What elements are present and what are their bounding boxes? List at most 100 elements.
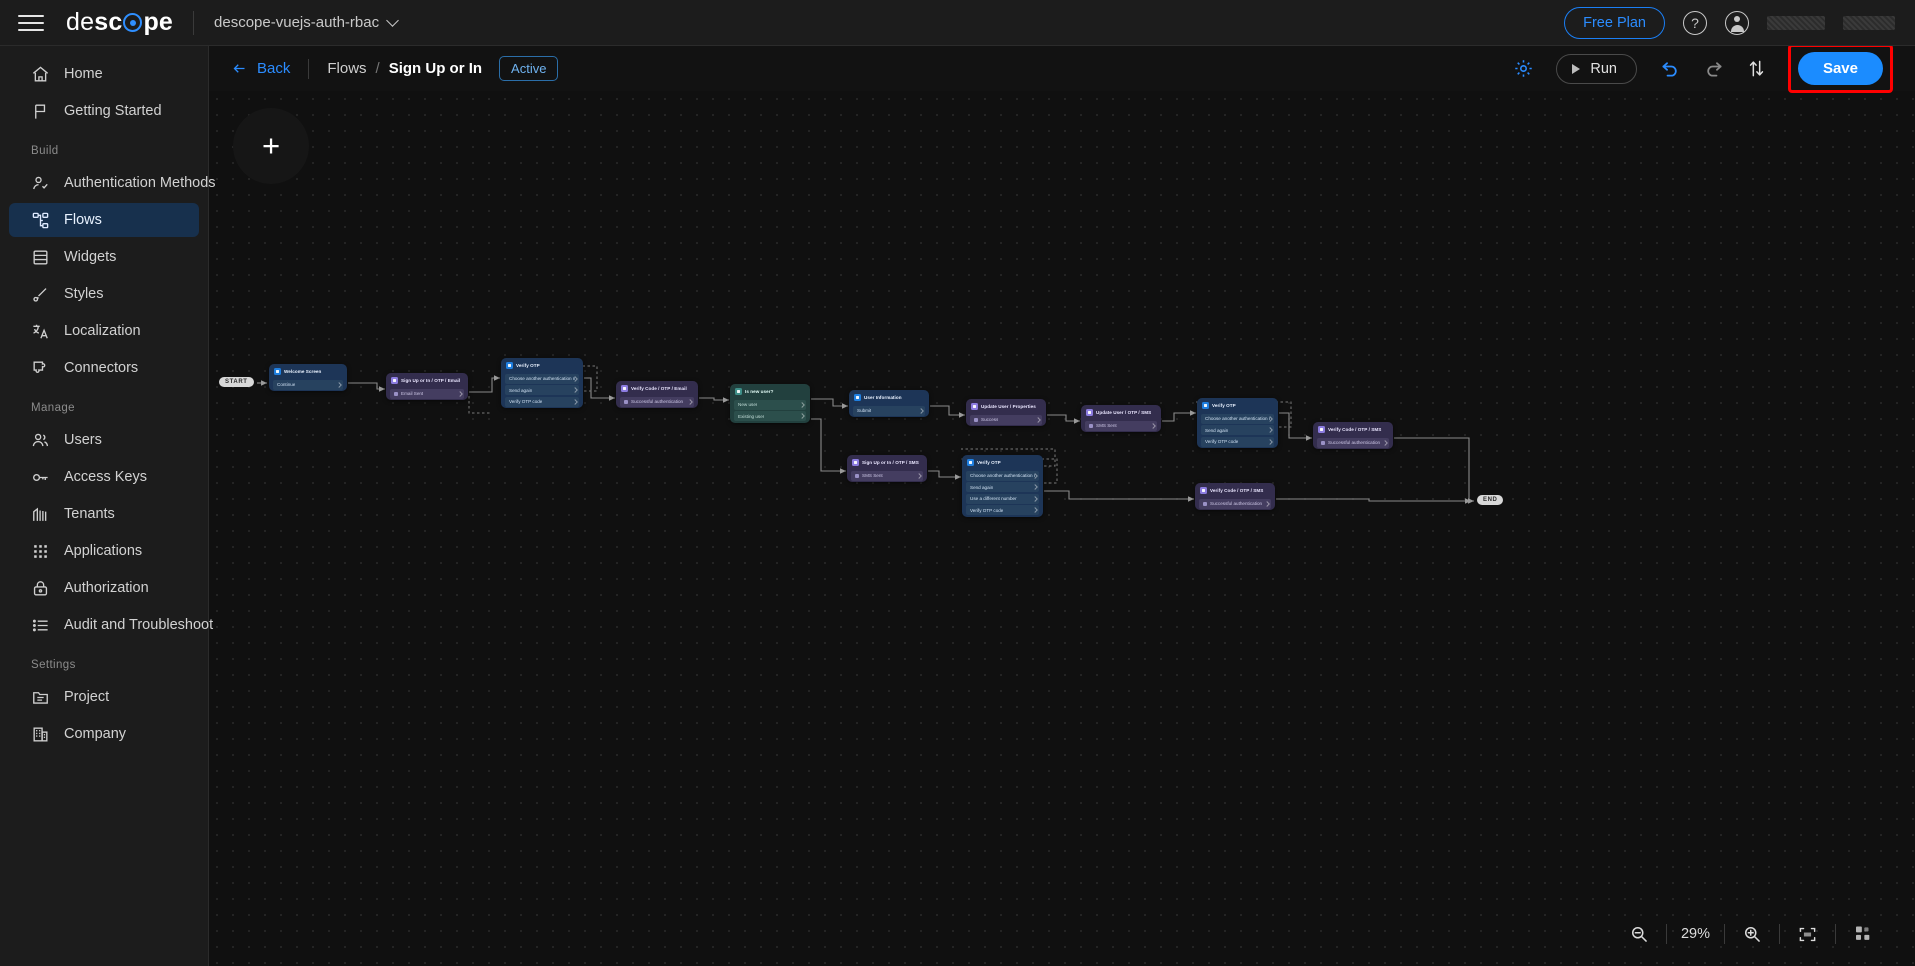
top-bar: descpe descope-vuejs-auth-rbac Free Plan… bbox=[0, 0, 1915, 46]
node-row[interactable]: Success bbox=[970, 415, 1042, 425]
sidebar-item-label: Access Keys bbox=[64, 469, 147, 485]
node-row[interactable]: Continue bbox=[273, 380, 343, 390]
flow-node-verify-otp-sms-bottom[interactable]: Verify OTP Choose another authentication… bbox=[962, 455, 1043, 517]
sidebar-item-tenants[interactable]: Tenants bbox=[9, 497, 199, 531]
sidebar-item-getting-started[interactable]: Getting Started bbox=[9, 94, 199, 128]
sort-arrows-icon bbox=[1747, 58, 1766, 79]
screen-node-icon bbox=[854, 394, 861, 401]
sidebar-item-users[interactable]: Users bbox=[9, 423, 199, 457]
divider bbox=[308, 59, 309, 79]
gear-icon[interactable] bbox=[1513, 58, 1534, 79]
zoom-in-button[interactable] bbox=[1725, 924, 1779, 944]
node-row[interactable]: Successful authentication bbox=[620, 397, 694, 407]
node-row[interactable]: SMS Sent bbox=[851, 471, 923, 481]
node-row[interactable]: Send again bbox=[505, 385, 579, 395]
node-row[interactable]: Choose another authentication method bbox=[966, 471, 1039, 481]
lock-icon bbox=[31, 579, 50, 598]
node-row[interactable]: Email Sent bbox=[390, 389, 464, 399]
node-row[interactable]: SMS Sent bbox=[1085, 421, 1157, 431]
screen-node-icon bbox=[274, 368, 281, 375]
node-row[interactable]: Send again bbox=[1201, 425, 1274, 435]
sidebar-item-authorization[interactable]: Authorization bbox=[9, 571, 199, 605]
sidebar-item-authentication-methods[interactable]: Authentication Methods bbox=[9, 166, 199, 200]
sidebar-item-company[interactable]: Company bbox=[9, 717, 199, 751]
node-row[interactable]: Verify OTP code bbox=[505, 397, 579, 407]
redacted-text-1 bbox=[1767, 16, 1825, 30]
sidebar-item-label: Applications bbox=[64, 543, 142, 559]
node-row-label: Verify OTP code bbox=[970, 508, 1003, 513]
sidebar-item-flows[interactable]: Flows bbox=[9, 203, 199, 237]
flow-node-verify-code-otp-sms-bottom[interactable]: Verify Code / OTP / SMS Successful authe… bbox=[1195, 483, 1275, 510]
node-title: Update User / Properties bbox=[981, 404, 1036, 409]
flow-node-verify-otp-sms-top[interactable]: Verify OTP Choose another authentication… bbox=[1197, 398, 1278, 448]
node-row[interactable]: Existing user bbox=[734, 411, 806, 421]
row-bullet-icon bbox=[394, 392, 398, 396]
node-header: Verify Code / OTP / SMS bbox=[1313, 422, 1393, 436]
account-circle-icon[interactable] bbox=[1725, 11, 1749, 35]
play-triangle-icon bbox=[1572, 64, 1580, 74]
zoom-level-label[interactable]: 29% bbox=[1667, 926, 1724, 942]
help-icon[interactable]: ? bbox=[1683, 11, 1707, 35]
node-row[interactable]: Choose another authentication method bbox=[505, 374, 579, 384]
fit-to-screen-button[interactable] bbox=[1780, 925, 1835, 944]
node-row[interactable]: Successful authentication bbox=[1317, 438, 1389, 448]
breadcrumb-flows[interactable]: Flows bbox=[327, 60, 366, 77]
node-row[interactable]: Submit bbox=[853, 406, 925, 416]
node-row[interactable]: Verify OTP code bbox=[966, 505, 1039, 515]
auto-layout-icon bbox=[1853, 924, 1874, 944]
magnifier-plus-icon bbox=[1742, 924, 1762, 944]
flow-node-signup-otp-email[interactable]: Sign Up or In / OTP / Email Email Sent bbox=[386, 373, 468, 400]
redo-button[interactable] bbox=[1703, 59, 1725, 79]
sidebar-item-label: Project bbox=[64, 689, 109, 705]
node-row[interactable]: Verify OTP code bbox=[1201, 437, 1274, 447]
flow-node-verify-code-otp-email[interactable]: Verify Code / OTP / Email Successful aut… bbox=[616, 381, 698, 408]
node-title: Verify OTP bbox=[516, 363, 540, 368]
flow-edges bbox=[209, 91, 1915, 966]
node-row-label: Submit bbox=[857, 408, 871, 413]
undo-button[interactable] bbox=[1659, 59, 1681, 79]
node-row[interactable]: Send again bbox=[966, 482, 1039, 492]
flow-node-user-information[interactable]: User Information Submit bbox=[849, 390, 929, 417]
flow-node-welcome-screen[interactable]: Welcome Screen Continue bbox=[269, 364, 347, 391]
node-row[interactable]: New user bbox=[734, 400, 806, 410]
status-badge[interactable]: Active bbox=[499, 56, 558, 81]
node-row-label: Email Sent bbox=[401, 391, 423, 396]
sidebar-item-applications[interactable]: Applications bbox=[9, 534, 199, 568]
flow-node-signup-otp-sms[interactable]: Sign Up or In / OTP / SMS SMS Sent bbox=[847, 455, 927, 482]
flow-node-update-user-otp-sms[interactable]: Update User / OTP / SMS SMS Sent bbox=[1081, 405, 1161, 432]
sidebar-item-connectors[interactable]: Connectors bbox=[9, 351, 199, 385]
add-node-button[interactable]: + bbox=[246, 121, 296, 171]
node-row[interactable]: Successful authentication bbox=[1199, 499, 1271, 509]
node-row[interactable]: Choose another authentication method bbox=[1201, 414, 1274, 424]
row-bullet-icon bbox=[624, 400, 628, 404]
sidebar-item-localization[interactable]: Localization bbox=[9, 314, 199, 348]
zoom-out-button[interactable] bbox=[1612, 924, 1666, 944]
sidebar-item-label: Connectors bbox=[64, 360, 138, 376]
node-title: Sign Up or In / OTP / SMS bbox=[862, 460, 919, 465]
import-export-button[interactable] bbox=[1747, 58, 1766, 79]
back-button[interactable]: Back bbox=[231, 60, 290, 77]
sidebar-item-audit-and-troubleshoot[interactable]: Audit and Troubleshoot bbox=[9, 608, 199, 642]
hamburger-icon[interactable] bbox=[18, 10, 44, 36]
sidebar-item-access-keys[interactable]: Access Keys bbox=[9, 460, 199, 494]
sidebar-item-project[interactable]: Project bbox=[9, 680, 199, 714]
node-row-label: Continue bbox=[277, 382, 295, 387]
free-plan-button[interactable]: Free Plan bbox=[1564, 7, 1665, 39]
flow-node-verify-otp-email[interactable]: Verify OTP Choose another authentication… bbox=[501, 358, 583, 408]
run-button[interactable]: Run bbox=[1556, 54, 1637, 84]
sidebar-item-label: Home bbox=[64, 66, 103, 82]
save-button[interactable]: Save bbox=[1798, 52, 1883, 85]
sidebar-item-widgets[interactable]: Widgets bbox=[9, 240, 199, 274]
flow-node-update-user-properties[interactable]: Update User / Properties Success bbox=[966, 399, 1046, 426]
project-switcher[interactable]: descope-vuejs-auth-rbac bbox=[214, 14, 397, 31]
office-building-icon bbox=[31, 725, 50, 744]
flow-node-verify-code-otp-sms-top[interactable]: Verify Code / OTP / SMS Successful authe… bbox=[1313, 422, 1393, 449]
sidebar-item-home[interactable]: Home bbox=[9, 57, 199, 91]
auto-layout-button[interactable] bbox=[1836, 924, 1891, 944]
flow-node-is-new-user[interactable]: Is new user? New user Existing user bbox=[730, 384, 810, 423]
screen-node-icon bbox=[1202, 402, 1209, 409]
sidebar-item-styles[interactable]: Styles bbox=[9, 277, 199, 311]
node-header: User Information bbox=[849, 390, 929, 404]
flow-canvas[interactable]: + bbox=[209, 91, 1915, 966]
node-row[interactable]: Use a different number bbox=[966, 494, 1039, 504]
